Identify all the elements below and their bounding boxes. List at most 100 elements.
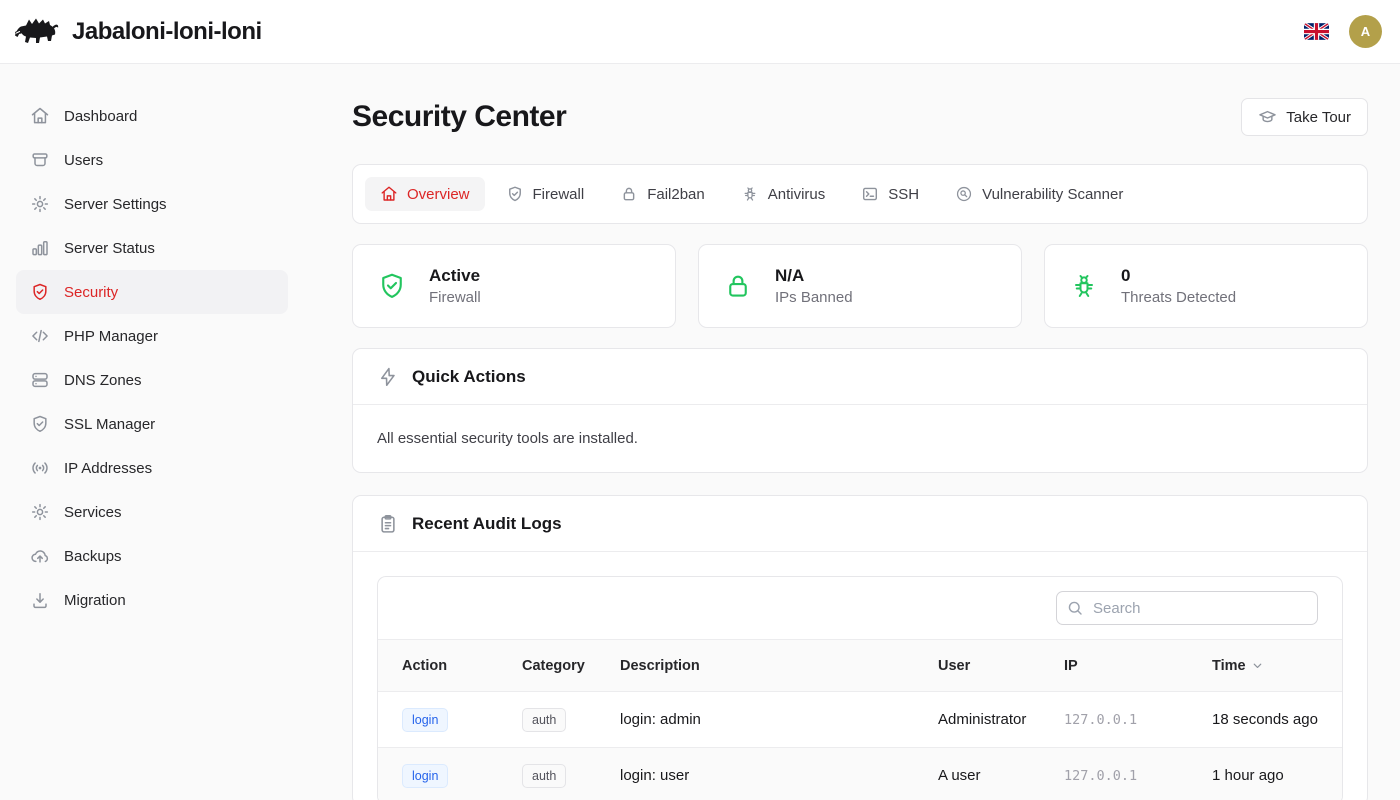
sidebar-item-label: SSL Manager — [64, 416, 155, 433]
search-input[interactable] — [1056, 591, 1318, 625]
tab-label: Vulnerability Scanner — [982, 186, 1123, 203]
shield-check-icon — [506, 185, 524, 203]
audit-logs-table-panel: Action Category Description User IP Time — [377, 576, 1343, 800]
table-row[interactable]: login auth login: user A user 127.0.0.1 … — [378, 748, 1342, 800]
gear-icon — [30, 502, 50, 522]
brand[interactable]: Jabaloni-loni-loni — [14, 14, 262, 50]
quick-actions-title: Quick Actions — [412, 367, 526, 387]
sidebar-item-dashboard[interactable]: Dashboard — [16, 94, 288, 138]
server-icon — [30, 370, 50, 390]
take-tour-label: Take Tour — [1286, 109, 1351, 126]
terminal-icon — [861, 185, 879, 203]
quick-actions-card: Quick Actions All essential security too… — [352, 348, 1368, 473]
stat-value: N/A — [775, 266, 853, 286]
page-title: Security Center — [352, 99, 566, 135]
security-tabs: Overview Firewall Fail2ban Antivirus SSH… — [352, 164, 1368, 224]
sidebar-item-backups[interactable]: Backups — [16, 534, 288, 578]
sidebar-item-security[interactable]: Security — [16, 270, 288, 314]
sidebar-item-label: PHP Manager — [64, 328, 158, 345]
tab-label: Overview — [407, 186, 470, 203]
bug-icon — [1069, 271, 1099, 301]
language-flag-icon[interactable] — [1304, 23, 1329, 40]
lock-icon — [620, 185, 638, 203]
shield-check-icon — [30, 414, 50, 434]
sidebar-item-label: Security — [64, 284, 118, 301]
topbar: Jabaloni-loni-loni A — [0, 0, 1400, 64]
firewall-status-card: Active Firewall — [352, 244, 676, 328]
quick-actions-message: All essential security tools are install… — [353, 405, 1367, 472]
cloud-upload-icon — [30, 546, 50, 566]
tab-ssh[interactable]: SSH — [846, 177, 934, 211]
sidebar-item-dns-zones[interactable]: DNS Zones — [16, 358, 288, 402]
stat-label: Firewall — [429, 289, 481, 306]
tab-antivirus[interactable]: Antivirus — [726, 177, 841, 211]
sidebar-item-label: Migration — [64, 592, 126, 609]
audit-logs-title: Recent Audit Logs — [412, 514, 562, 534]
search-circle-icon — [955, 185, 973, 203]
chevron-down-icon — [1251, 659, 1264, 672]
tab-label: Firewall — [533, 186, 585, 203]
tab-label: Antivirus — [768, 186, 826, 203]
lock-icon — [723, 271, 753, 301]
tab-vulnerability-scanner[interactable]: Vulnerability Scanner — [940, 177, 1138, 211]
gear-icon — [30, 194, 50, 214]
category-badge: auth — [522, 764, 566, 788]
take-tour-button[interactable]: Take Tour — [1241, 98, 1368, 136]
action-badge: login — [402, 708, 448, 732]
shield-check-icon — [30, 282, 50, 302]
broadcast-icon — [30, 458, 50, 478]
tab-label: SSH — [888, 186, 919, 203]
stat-value: Active — [429, 266, 481, 286]
home-icon — [380, 185, 398, 203]
lightning-icon — [377, 366, 399, 388]
description-cell: login: user — [610, 748, 928, 800]
archive-icon — [30, 150, 50, 170]
home-icon — [30, 106, 50, 126]
column-header-ip[interactable]: IP — [1054, 640, 1202, 692]
sidebar-item-label: DNS Zones — [64, 372, 142, 389]
ips-banned-card: N/A IPs Banned — [698, 244, 1022, 328]
tab-overview[interactable]: Overview — [365, 177, 485, 211]
sidebar-item-ip-addresses[interactable]: IP Addresses — [16, 446, 288, 490]
tab-label: Fail2ban — [647, 186, 705, 203]
ip-cell: 127.0.0.1 — [1054, 692, 1202, 748]
sidebar-item-label: Services — [64, 504, 122, 521]
sidebar-item-server-status[interactable]: Server Status — [16, 226, 288, 270]
stat-value: 0 — [1121, 266, 1236, 286]
column-header-category[interactable]: Category — [512, 640, 610, 692]
sidebar-item-label: Users — [64, 152, 103, 169]
bug-icon — [741, 185, 759, 203]
sidebar: Dashboard Users Server Settings Server S… — [0, 64, 304, 800]
sidebar-item-services[interactable]: Services — [16, 490, 288, 534]
sidebar-item-server-settings[interactable]: Server Settings — [16, 182, 288, 226]
search-icon — [1066, 599, 1084, 617]
description-cell: login: admin — [610, 692, 928, 748]
sidebar-item-users[interactable]: Users — [16, 138, 288, 182]
audit-logs-table: Action Category Description User IP Time — [378, 639, 1342, 800]
sidebar-item-ssl-manager[interactable]: SSL Manager — [16, 402, 288, 446]
boar-logo-icon — [14, 14, 62, 50]
column-header-time[interactable]: Time — [1202, 640, 1342, 692]
column-header-user[interactable]: User — [928, 640, 1054, 692]
user-avatar[interactable]: A — [1349, 15, 1382, 48]
bar-chart-icon — [30, 238, 50, 258]
sidebar-item-php-manager[interactable]: PHP Manager — [16, 314, 288, 358]
sidebar-item-label: Server Status — [64, 240, 155, 257]
column-header-action[interactable]: Action — [378, 640, 512, 692]
table-row[interactable]: login auth login: admin Administrator 12… — [378, 692, 1342, 748]
graduation-cap-icon — [1258, 108, 1277, 127]
user-cell: A user — [928, 748, 1054, 800]
user-cell: Administrator — [928, 692, 1054, 748]
column-header-description[interactable]: Description — [610, 640, 928, 692]
sidebar-item-label: Server Settings — [64, 196, 167, 213]
action-badge: login — [402, 764, 448, 788]
sidebar-item-label: Backups — [64, 548, 122, 565]
tab-fail2ban[interactable]: Fail2ban — [605, 177, 720, 211]
time-cell: 18 seconds ago — [1202, 692, 1342, 748]
status-cards: Active Firewall N/A IPs Banned 0 Threats… — [352, 244, 1368, 328]
tab-firewall[interactable]: Firewall — [491, 177, 600, 211]
stat-label: IPs Banned — [775, 289, 853, 306]
sidebar-item-migration[interactable]: Migration — [16, 578, 288, 622]
app-title: Jabaloni-loni-loni — [72, 18, 262, 46]
sidebar-item-label: Dashboard — [64, 108, 137, 125]
